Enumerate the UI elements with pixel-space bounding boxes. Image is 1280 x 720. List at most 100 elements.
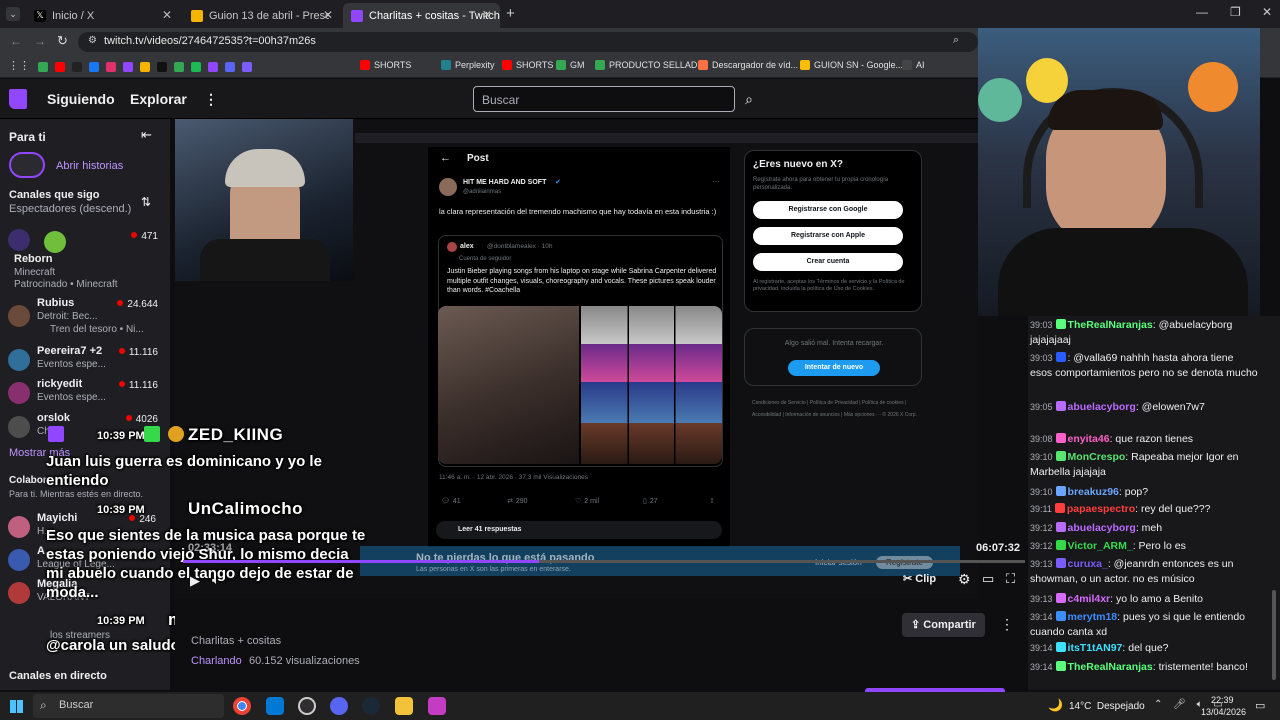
bookmark-descargador[interactable]: Descargador de víd... xyxy=(698,60,798,70)
channel-reborn[interactable]: 471 Reborn Minecraft Patrocinado • Minec… xyxy=(0,227,170,291)
minimize-button[interactable]: — xyxy=(1196,5,1208,19)
tab-twitch[interactable]: Charlitas + cositas - Twitch ✕ xyxy=(343,3,500,28)
reload-icon[interactable]: ↻ xyxy=(57,33,68,49)
bookmark-ai[interactable]: AI xyxy=(902,60,925,70)
chat-message: 39:13 curuxa_: @jeanrdn entonces es un sh… xyxy=(1030,558,1234,585)
chat-username[interactable]: Victor_ARM_ xyxy=(1068,540,1133,552)
chat-username[interactable]: enyita46 xyxy=(1068,433,1110,445)
stories-avatar[interactable] xyxy=(9,152,45,178)
share-button[interactable]: ⇪ Compartir xyxy=(902,613,985,637)
maximize-button[interactable]: ❐ xyxy=(1230,5,1241,19)
open-stories-link[interactable]: Abrir historias xyxy=(56,160,123,172)
url-input[interactable]: twitch.tv/videos/2746472535?t=00h37m26s xyxy=(78,32,978,52)
chat-timestamp: 39:13 xyxy=(1030,594,1053,604)
bookmark-shorts-2[interactable]: SHORTS xyxy=(502,60,553,70)
chat-username[interactable]: breakuz96 xyxy=(1068,486,1119,498)
back-icon[interactable]: ← xyxy=(10,34,22,48)
channel-rubius[interactable]: Rubius 24.644 Detroit: Bec... Tren del t… xyxy=(0,297,170,337)
bookmark-shorts-1[interactable]: SHORTS xyxy=(360,60,411,70)
badge-icon xyxy=(1055,661,1066,671)
search-icon: ⌕ xyxy=(40,698,47,712)
reply-icon[interactable]: 💬︎ 41 xyxy=(441,497,461,505)
bookmark-perplexity[interactable]: Perplexity xyxy=(441,60,495,70)
steam-icon[interactable] xyxy=(362,697,380,715)
chat-username[interactable]: abuelacyborg xyxy=(1068,401,1136,413)
site-info-icon[interactable]: ⚙ xyxy=(88,35,97,46)
bookmark-guion[interactable]: GUION SN - Google... xyxy=(800,60,903,70)
zoom-icon[interactable]: ⌕ xyxy=(953,34,959,47)
theatre-mode-icon[interactable]: ▭ xyxy=(982,571,994,587)
apple-signup-button[interactable]: Registrarse con Apple xyxy=(753,227,903,245)
chrome-icon[interactable] xyxy=(233,697,251,715)
tweet-more-icon[interactable]: ··· xyxy=(712,177,720,186)
tweet-actions: 💬︎ 41 ⇄ 290 ♡ 2 mil ▯ 27 ⇧ xyxy=(439,497,721,509)
settings-icon[interactable]: ⚙ xyxy=(958,571,971,588)
outlook-icon[interactable] xyxy=(266,697,284,715)
chat-username[interactable]: c4mil4xr xyxy=(1068,593,1111,605)
like-icon[interactable]: ♡ 2 mil xyxy=(575,497,599,505)
windows-start-icon[interactable] xyxy=(10,700,23,713)
avatar xyxy=(8,582,30,604)
close-window-button[interactable]: ✕ xyxy=(1262,5,1272,19)
chat-username[interactable]: curuxa_ xyxy=(1068,558,1108,570)
tab-x[interactable]: 𝕏 Inicio / X ✕ xyxy=(26,3,180,28)
create-account-button[interactable]: Crear cuenta xyxy=(753,253,903,271)
discord-icon[interactable] xyxy=(330,697,348,715)
forward-icon[interactable]: → xyxy=(34,34,46,48)
channel-rickyedit[interactable]: rickyedit 11.116 Eventos espe... xyxy=(0,378,170,412)
clip-button[interactable]: ✂︎ Clip xyxy=(903,572,936,585)
new-tab-button[interactable]: + xyxy=(506,5,515,22)
nav-browse[interactable]: Explorar xyxy=(130,91,187,107)
search-icon[interactable]: ⌕ xyxy=(737,86,761,112)
chat-username[interactable]: itsT1tAN97 xyxy=(1068,642,1123,654)
collapse-sidebar-icon[interactable]: ⇤ xyxy=(141,127,152,143)
close-tab-icon[interactable]: ✕ xyxy=(323,8,333,22)
sort-icon[interactable]: ⇅ xyxy=(141,195,151,209)
volume-icon[interactable]: 🔈︎ xyxy=(212,572,220,588)
chat-username[interactable]: MonCrespo xyxy=(1068,451,1126,463)
share-icon[interactable]: ⇧ xyxy=(709,497,715,505)
chat-scrollbar[interactable] xyxy=(1272,590,1276,680)
back-arrow-icon[interactable]: ← xyxy=(440,152,451,164)
fullscreen-icon[interactable]: ⛶ xyxy=(1006,571,1015,587)
google-signup-button[interactable]: Registrarse con Google xyxy=(753,201,903,219)
channel-peereira7[interactable]: Peereira7 +2 11.116 Eventos espe... xyxy=(0,345,170,379)
tab-list-icon[interactable]: ⌄ xyxy=(6,7,20,21)
chat-username[interactable]: papaespectro xyxy=(1067,503,1135,515)
video-title: Charlitas + cositas xyxy=(191,635,282,647)
x-banner-sub: Las personas en X son las primeras en en… xyxy=(416,566,571,573)
taskbar-search[interactable]: Buscar xyxy=(33,694,224,718)
chat-username[interactable]: abuelacyborg xyxy=(1068,522,1136,534)
chat-message: 39:14 itsT1tAN97: del que? xyxy=(1030,642,1169,654)
chat-username[interactable]: TheRealNaranjas xyxy=(1068,661,1153,673)
seek-bar[interactable] xyxy=(183,560,1025,563)
bookmark-producto[interactable]: PRODUCTO SELLAD... xyxy=(595,60,705,70)
twitch-logo-icon[interactable] xyxy=(9,89,27,109)
retry-button[interactable]: Intentar de nuevo xyxy=(788,360,880,376)
tab-slides[interactable]: Guion 13 de abril - Presentacio✕ xyxy=(183,3,341,28)
search-input[interactable]: Buscar xyxy=(473,86,735,112)
chat-username[interactable]: merytm18 xyxy=(1068,611,1118,623)
chat-username[interactable]: TheRealNaranjas xyxy=(1068,319,1153,331)
close-tab-icon[interactable]: ✕ xyxy=(482,8,492,22)
retweet-icon[interactable]: ⇄ 290 xyxy=(507,497,528,505)
bookmark-gm[interactable]: GM xyxy=(556,60,585,70)
app-icon[interactable] xyxy=(428,697,446,715)
video-category[interactable]: Charlando xyxy=(191,655,242,667)
avatar xyxy=(8,305,30,327)
chat-text: @elowen7w7 xyxy=(1141,401,1205,413)
obs-icon[interactable] xyxy=(298,697,316,715)
notifications-icon[interactable]: ▭ xyxy=(1255,699,1265,712)
play-icon[interactable]: ▶ xyxy=(190,573,200,589)
close-tab-icon[interactable]: ✕ xyxy=(162,8,172,22)
nav-more-icon[interactable]: ⋮ xyxy=(204,91,218,108)
apps-icon[interactable]: ⋮⋮ xyxy=(8,59,30,72)
quote-author: alex xyxy=(460,243,474,250)
nav-following[interactable]: Siguiendo xyxy=(47,91,115,107)
bookmark-icon[interactable]: ▯ 27 xyxy=(643,497,658,505)
tweet-image[interactable] xyxy=(438,306,722,464)
file-explorer-icon[interactable] xyxy=(395,697,413,715)
more-options-icon[interactable]: ⋮ xyxy=(1000,616,1014,633)
terms-text: Al registrarte, aceptas los Términos de … xyxy=(753,279,905,292)
read-replies-button[interactable]: Leer 41 respuestas xyxy=(436,521,722,539)
